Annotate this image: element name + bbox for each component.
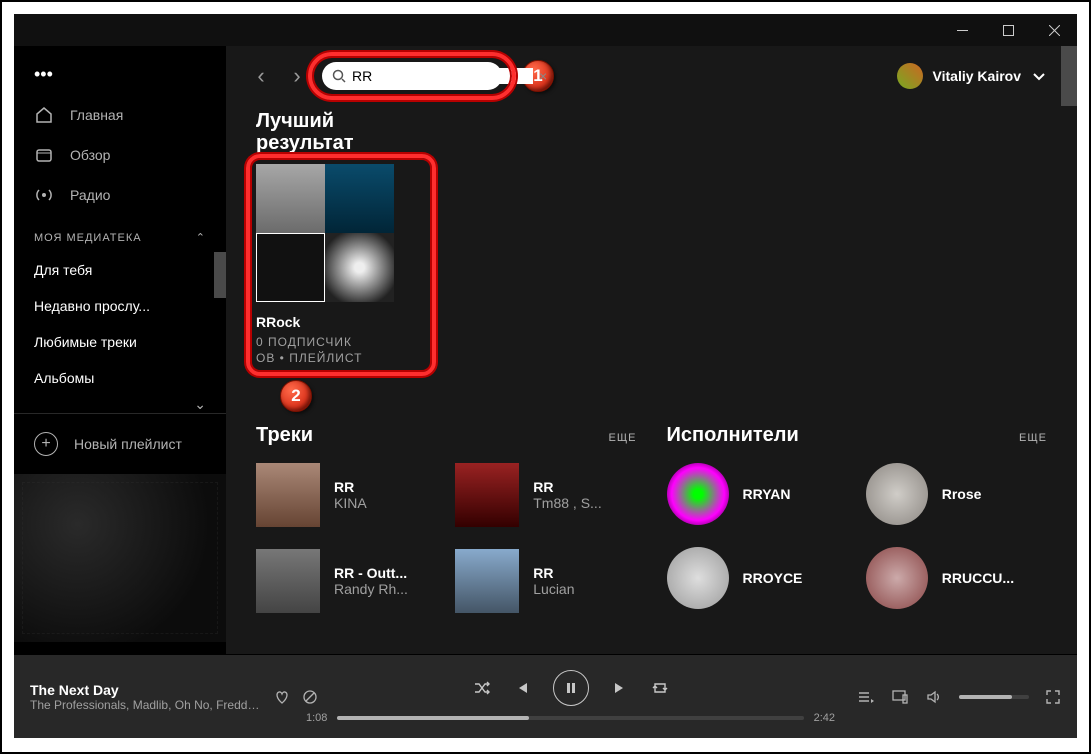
volume-slider[interactable]: [959, 695, 1029, 699]
now-playing-artists[interactable]: The Professionals, Madlib, Oh No, Freddi…: [30, 698, 260, 712]
devices-button[interactable]: [891, 688, 909, 706]
main-scrollbar[interactable]: [1061, 46, 1077, 106]
track-artist: Tm88 , S...: [533, 495, 601, 511]
previous-button[interactable]: [513, 679, 531, 697]
track-art: [455, 549, 519, 613]
chevron-down-icon: [1031, 68, 1047, 84]
new-playlist-label: Новый плейлист: [74, 436, 182, 452]
artist-name: RRYAN: [743, 486, 791, 502]
track-title: RR: [334, 479, 367, 495]
artist-art: [667, 547, 729, 609]
home-icon: [34, 105, 54, 125]
clear-search-button[interactable]: ×: [539, 68, 547, 84]
artist-name: RRUCCU...: [942, 570, 1014, 586]
track-artist: Lucian: [533, 581, 574, 597]
annotation-callout-2: 2: [280, 380, 312, 412]
track-title: RR: [533, 479, 601, 495]
like-button[interactable]: [274, 689, 290, 705]
artist-item[interactable]: RROYCE: [667, 547, 848, 609]
artist-name: RROYCE: [743, 570, 803, 586]
track-item[interactable]: RR - Outt...Randy Rh...: [256, 549, 437, 613]
seek-bar[interactable]: [337, 716, 803, 720]
nav-browse[interactable]: Обзор: [34, 135, 206, 175]
nav-label: Главная: [70, 107, 123, 123]
track-title: RR: [533, 565, 574, 581]
library-item-for-you[interactable]: Для тебя: [14, 252, 226, 288]
artist-art: [667, 463, 729, 525]
artist-item[interactable]: RRYAN: [667, 463, 848, 525]
artist-art: [866, 547, 928, 609]
tracks-more-link[interactable]: ЕЩЕ: [609, 432, 637, 444]
search-box[interactable]: ×: [322, 62, 502, 90]
tracks-heading: Треки: [256, 424, 313, 447]
artists-heading: Исполнители: [667, 424, 799, 447]
artist-art: [866, 463, 928, 525]
track-item[interactable]: RRTm88 , S...: [455, 463, 636, 527]
shuffle-button[interactable]: [473, 679, 491, 697]
nav-forward-button[interactable]: ›: [282, 61, 312, 91]
track-artist: Randy Rh...: [334, 581, 408, 597]
sidebar-scrollbar[interactable]: [214, 252, 226, 298]
track-artist: KINA: [334, 495, 367, 511]
best-result-title: RRock: [256, 314, 426, 330]
best-result-heading: Лучший результат: [256, 110, 1047, 154]
player-bar: The Next Day The Professionals, Madlib, …: [14, 654, 1077, 738]
app-menu-button[interactable]: •••: [14, 46, 226, 95]
window-maximize-button[interactable]: [985, 14, 1031, 46]
track-title: RR - Outt...: [334, 565, 408, 581]
nav-home[interactable]: Главная: [34, 95, 206, 135]
window-close-button[interactable]: [1031, 14, 1077, 46]
queue-button[interactable]: [857, 688, 875, 706]
play-pause-button[interactable]: [553, 670, 589, 706]
track-item[interactable]: RRLucian: [455, 549, 636, 613]
window-minimize-button[interactable]: [939, 14, 985, 46]
search-icon: [332, 69, 346, 83]
browse-icon: [34, 145, 54, 165]
plus-icon: +: [34, 432, 58, 456]
track-art: [256, 549, 320, 613]
track-item[interactable]: RRKINA: [256, 463, 437, 527]
app-window: ••• Главная Обзор Радио: [14, 14, 1077, 738]
user-name: Vitaliy Kairov: [933, 68, 1021, 84]
artists-more-link[interactable]: ЕЩЕ: [1019, 432, 1047, 444]
track-art: [256, 463, 320, 527]
library-header: МОЯ МЕДИАТЕКА ⌃: [14, 215, 226, 252]
avatar: [897, 63, 923, 89]
fullscreen-button[interactable]: [1045, 689, 1061, 705]
best-result-card[interactable]: RRock 0 ПОДПИСЧИК ОВ • ПЛЕЙЛИСТ: [256, 164, 426, 366]
search-input[interactable]: [352, 68, 533, 84]
elapsed-time: 1:08: [306, 712, 327, 724]
nav-label: Радио: [70, 187, 110, 203]
artist-item[interactable]: RRUCCU...: [866, 547, 1047, 609]
user-menu[interactable]: Vitaliy Kairov: [897, 63, 1047, 89]
new-playlist-button[interactable]: + Новый плейлист: [14, 413, 226, 474]
library-item-recent[interactable]: Недавно прослу...: [14, 288, 226, 324]
now-playing-title[interactable]: The Next Day: [30, 682, 260, 698]
repeat-button[interactable]: [651, 679, 669, 697]
window-titlebar: [14, 14, 1077, 46]
artist-name: Rrose: [942, 486, 982, 502]
best-result-subtitle: 0 ПОДПИСЧИК ОВ • ПЛЕЙЛИСТ: [256, 334, 426, 366]
nav-label: Обзор: [70, 147, 110, 163]
chevron-down-icon[interactable]: ⌄: [14, 396, 226, 413]
sidebar: ••• Главная Обзор Радио: [14, 46, 226, 654]
radio-icon: [34, 185, 54, 205]
library-item-albums[interactable]: Альбомы: [14, 360, 226, 396]
now-playing-large-art[interactable]: [14, 474, 226, 642]
library-header-label: МОЯ МЕДИАТЕКА: [34, 232, 142, 244]
nav-back-button[interactable]: ‹: [246, 61, 276, 91]
track-art: [455, 463, 519, 527]
nav-radio[interactable]: Радио: [34, 175, 206, 215]
total-time: 2:42: [814, 712, 835, 724]
main-content: ‹ › × 1 Vitaliy Kairov: [226, 46, 1077, 654]
volume-button[interactable]: [925, 688, 943, 706]
playlist-mosaic-art: [256, 164, 394, 302]
artist-item[interactable]: Rrose: [866, 463, 1047, 525]
next-button[interactable]: [611, 679, 629, 697]
chevron-up-icon[interactable]: ⌃: [196, 231, 206, 244]
library-item-liked[interactable]: Любимые треки: [14, 324, 226, 360]
